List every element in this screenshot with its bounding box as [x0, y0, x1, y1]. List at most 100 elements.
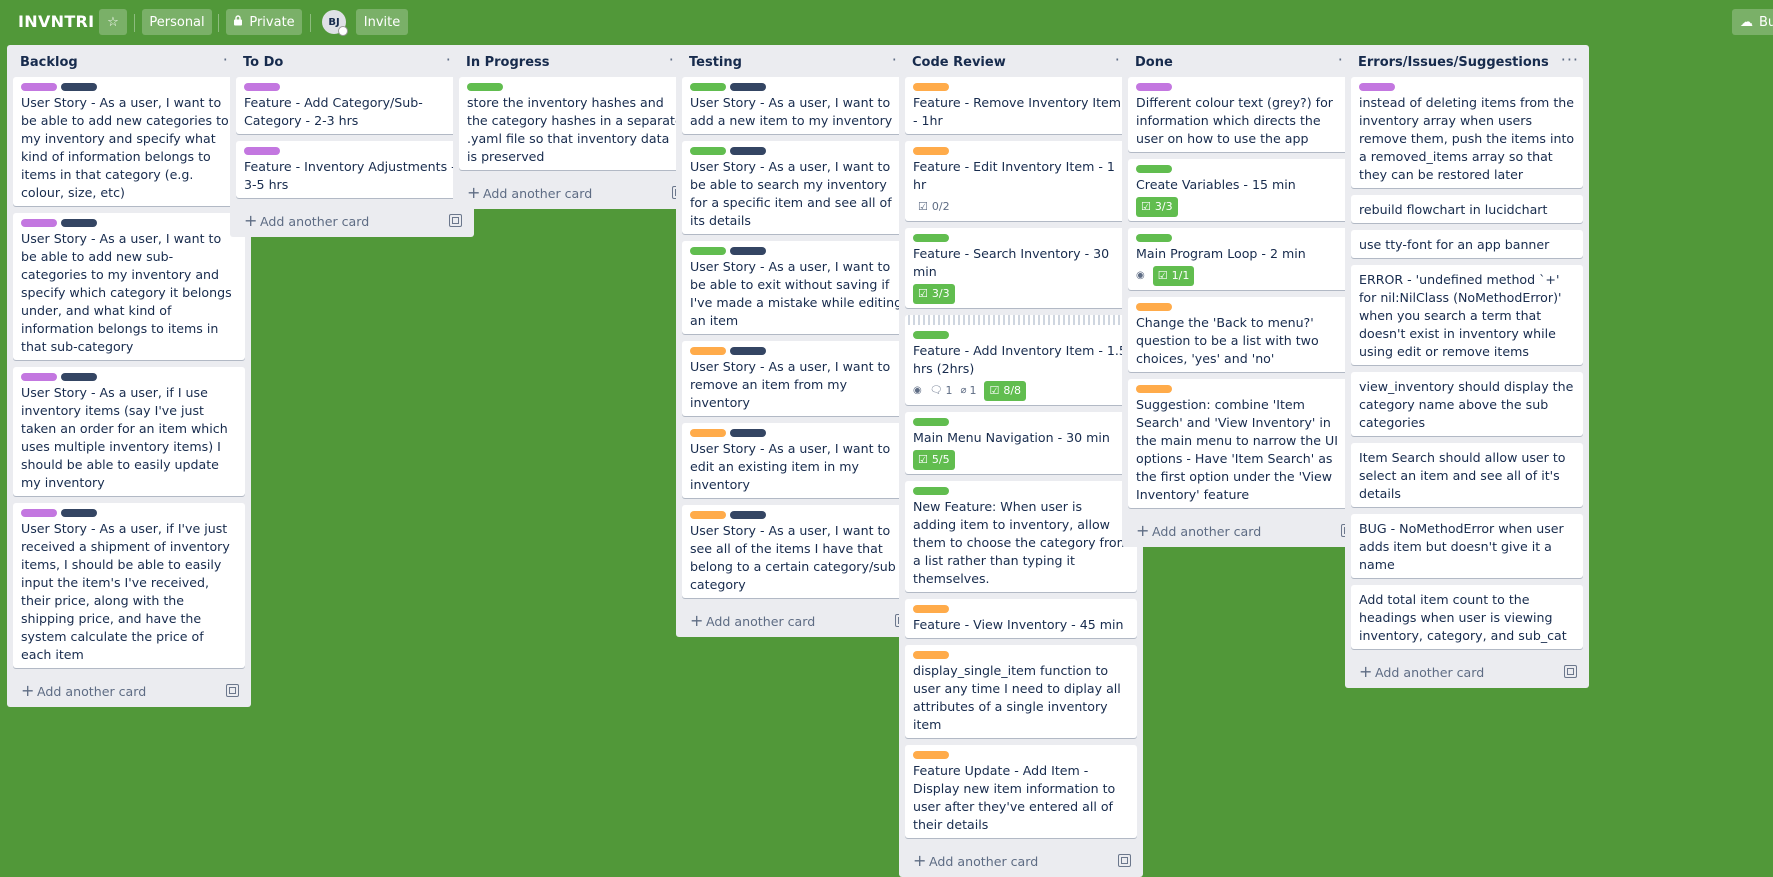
list-menu-icon[interactable]: ··· — [1561, 50, 1579, 69]
add-card-button[interactable]: + Add another card — [453, 177, 697, 209]
label-orange[interactable] — [690, 347, 726, 355]
card-template-icon[interactable] — [226, 684, 239, 697]
label-green[interactable] — [913, 418, 949, 426]
card[interactable]: Change the 'Back to menu?' question to b… — [1128, 297, 1360, 372]
label-navy[interactable] — [61, 373, 97, 381]
private-button[interactable]: Private — [226, 9, 302, 35]
label-navy[interactable] — [730, 147, 766, 155]
card[interactable]: Feature - Inventory Adjustments - 3-5 hr… — [236, 141, 468, 198]
label-navy[interactable] — [730, 247, 766, 255]
card[interactable]: New Feature: When user is adding item to… — [905, 481, 1137, 592]
label-green[interactable] — [913, 234, 949, 242]
label-green[interactable] — [690, 83, 726, 91]
add-card-button[interactable]: + Add another card — [7, 675, 251, 707]
card[interactable]: Feature - Remove Inventory Item - 1hr — [905, 77, 1137, 134]
label-green[interactable] — [690, 147, 726, 155]
card[interactable]: store the inventory hashes and the categ… — [459, 77, 691, 170]
list-title[interactable]: Done — [1135, 55, 1173, 70]
card[interactable]: Suggestion: combine 'Item Search' and 'V… — [1128, 379, 1360, 508]
card[interactable]: User Story - As a user, I want to remove… — [682, 341, 914, 416]
label-purple[interactable] — [21, 219, 57, 227]
list-title[interactable]: Testing — [689, 55, 742, 70]
label-navy[interactable] — [61, 219, 97, 227]
list-title[interactable]: Errors/Issues/Suggestions — [1358, 55, 1549, 70]
avatar[interactable]: BJ — [322, 10, 348, 36]
card[interactable]: User Story - As a user, I want to add a … — [682, 77, 914, 134]
plus-icon: + — [913, 851, 927, 870]
label-green[interactable] — [690, 247, 726, 255]
label-navy[interactable] — [730, 511, 766, 519]
card[interactable]: Different colour text (grey?) for inform… — [1128, 77, 1360, 152]
card[interactable]: use tty-font for an app banner — [1351, 230, 1583, 258]
label-green[interactable] — [913, 487, 949, 495]
label-purple[interactable] — [1136, 83, 1172, 91]
personal-button[interactable]: Personal — [142, 9, 212, 35]
label-orange[interactable] — [1136, 303, 1172, 311]
label-orange[interactable] — [913, 751, 949, 759]
add-card-button[interactable]: + Add another card — [1122, 515, 1366, 547]
list-title[interactable]: In Progress — [466, 55, 550, 70]
label-orange[interactable] — [690, 429, 726, 437]
card[interactable]: User Story - As a user, I want to be abl… — [682, 141, 914, 234]
board-title[interactable]: INVNTRI — [18, 12, 94, 31]
label-orange[interactable] — [690, 511, 726, 519]
label-navy[interactable] — [61, 83, 97, 91]
card-template-icon[interactable] — [1118, 854, 1131, 867]
card[interactable]: Feature - View Inventory - 45 min — [905, 599, 1137, 638]
label-orange[interactable] — [913, 147, 949, 155]
butler-button[interactable]: ☁ Bu — [1732, 9, 1773, 35]
label-orange[interactable] — [913, 605, 949, 613]
add-card-button[interactable]: + Add another card — [230, 205, 474, 237]
label-purple[interactable] — [244, 83, 280, 91]
card[interactable]: User Story - As a user, I want to see al… — [682, 505, 914, 598]
label-navy[interactable] — [730, 429, 766, 437]
label-purple[interactable] — [21, 373, 57, 381]
card[interactable]: instead of deleting items from the inven… — [1351, 77, 1583, 188]
card[interactable]: User Story - As a user, if I use invento… — [13, 367, 245, 496]
card[interactable]: Feature Update - Add Item - Display new … — [905, 745, 1137, 838]
add-card-button[interactable]: + Add another card — [676, 605, 920, 637]
label-navy[interactable] — [730, 347, 766, 355]
card[interactable]: User Story - As a user, if I've just rec… — [13, 503, 245, 668]
label-orange[interactable] — [913, 651, 949, 659]
label-green[interactable] — [1136, 165, 1172, 173]
label-purple[interactable] — [21, 83, 57, 91]
card[interactable]: rebuild flowchart in lucidchart — [1351, 195, 1583, 223]
label-purple[interactable] — [1359, 83, 1395, 91]
invite-button[interactable]: Invite — [356, 9, 408, 35]
label-navy[interactable] — [730, 83, 766, 91]
card[interactable]: User Story - As a user, I want to edit a… — [682, 423, 914, 498]
label-navy[interactable] — [61, 509, 97, 517]
card[interactable]: Item Search should allow user to select … — [1351, 443, 1583, 507]
card[interactable]: User Story - As a user, I want to be abl… — [13, 213, 245, 360]
card[interactable]: Add total item count to the headings whe… — [1351, 585, 1583, 649]
card[interactable]: Feature - Add Category/Sub-Category - 2-… — [236, 77, 468, 134]
card-template-icon[interactable] — [1564, 665, 1577, 678]
label-orange[interactable] — [1136, 385, 1172, 393]
card[interactable]: Feature - Edit Inventory Item - 1 hr ☑ 0/2 — [905, 141, 1137, 221]
card-template-icon[interactable] — [449, 214, 462, 227]
label-orange[interactable] — [913, 83, 949, 91]
label-purple[interactable] — [21, 509, 57, 517]
card[interactable]: display_single_item function to user any… — [905, 645, 1137, 738]
list-title[interactable]: To Do — [243, 55, 283, 70]
card[interactable]: Main Menu Navigation - 30 min ☑ 5/5 — [905, 412, 1137, 474]
list-title[interactable]: Code Review — [912, 55, 1006, 70]
label-purple[interactable] — [244, 147, 280, 155]
card[interactable]: view_inventory should display the catego… — [1351, 372, 1583, 436]
label-green[interactable] — [913, 331, 949, 339]
star-button[interactable]: ☆ — [99, 9, 127, 35]
list-title[interactable]: Backlog — [20, 55, 78, 70]
card[interactable]: User Story - As a user, I want to be abl… — [682, 241, 914, 334]
card[interactable]: Main Program Loop - 2 min ◉ ☑ 1/1 — [1128, 228, 1360, 290]
card[interactable]: Create Variables - 15 min ☑ 3/3 — [1128, 159, 1360, 221]
add-card-button[interactable]: + Add another card — [1345, 656, 1589, 688]
label-green[interactable] — [467, 83, 503, 91]
card[interactable]: Feature - Search Inventory - 30 min ☑ 3/3 — [905, 228, 1137, 308]
label-green[interactable] — [1136, 234, 1172, 242]
card[interactable]: Feature - Add Inventory Item - 1.5 hrs (… — [905, 315, 1137, 405]
add-card-button[interactable]: + Add another card — [899, 845, 1143, 877]
card[interactable]: ERROR - 'undefined method `+' for nil:Ni… — [1351, 265, 1583, 365]
card[interactable]: User Story - As a user, I want to be abl… — [13, 77, 245, 206]
card[interactable]: BUG - NoMethodError when user adds item … — [1351, 514, 1583, 578]
